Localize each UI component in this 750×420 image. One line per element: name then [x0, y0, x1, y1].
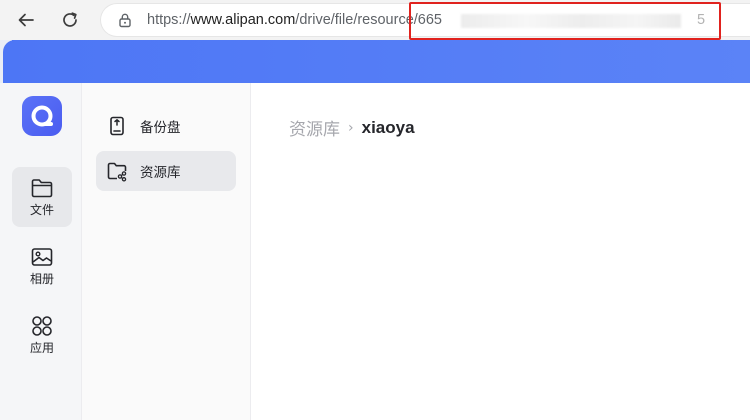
rail-item-label: 文件	[29, 203, 54, 217]
url-prefix: https://	[147, 12, 191, 28]
breadcrumb: 资源库 › xiaoya	[289, 115, 415, 141]
rail-item-label: 相册	[29, 272, 54, 286]
rail-item-photos[interactable]: 相册	[12, 236, 72, 296]
logo-mark	[31, 105, 53, 127]
arrow-left-icon	[18, 13, 34, 27]
folder-icon	[31, 179, 53, 198]
reload-icon	[63, 12, 77, 27]
rail-item-label: 应用	[29, 341, 54, 355]
sidebar-item-backup-drive[interactable]: 备份盘	[96, 106, 236, 146]
back-button[interactable]	[12, 6, 40, 34]
url-highlight-box	[409, 2, 721, 40]
reload-button[interactable]	[56, 6, 84, 34]
drive-sidebar: 备份盘 资源库	[82, 83, 251, 420]
sidebar-item-label: 备份盘	[140, 120, 181, 136]
photo-icon	[31, 248, 53, 266]
breadcrumb-separator-icon: ›	[348, 119, 354, 136]
alipan-logo-icon[interactable]	[22, 96, 62, 136]
breadcrumb-parent[interactable]: 资源库	[289, 115, 340, 140]
lock-icon[interactable]	[117, 12, 133, 28]
sidebar-item-label: 资源库	[140, 165, 181, 181]
rail-item-apps[interactable]: 应用	[12, 305, 72, 365]
sidebar-item-resource-library[interactable]: 资源库	[96, 151, 236, 191]
apps-grid-icon	[32, 316, 52, 336]
banner-fill	[3, 40, 750, 83]
url-host: www.alipan.com	[190, 12, 296, 28]
app-rail: 文件 相册 应用	[0, 83, 82, 420]
rail-item-files[interactable]: 文件	[12, 167, 72, 227]
main-content: 资源库 › xiaoya	[251, 83, 750, 420]
browser-toolbar: https://www.alipan.com/drive/file/resour…	[0, 0, 750, 40]
shared-folder-icon	[107, 162, 127, 182]
top-banner	[0, 40, 750, 83]
breadcrumb-current: xiaoya	[361, 117, 415, 137]
backup-drive-icon	[110, 116, 124, 136]
url-text[interactable]: https://www.alipan.com/drive/file/resour…	[147, 12, 442, 28]
